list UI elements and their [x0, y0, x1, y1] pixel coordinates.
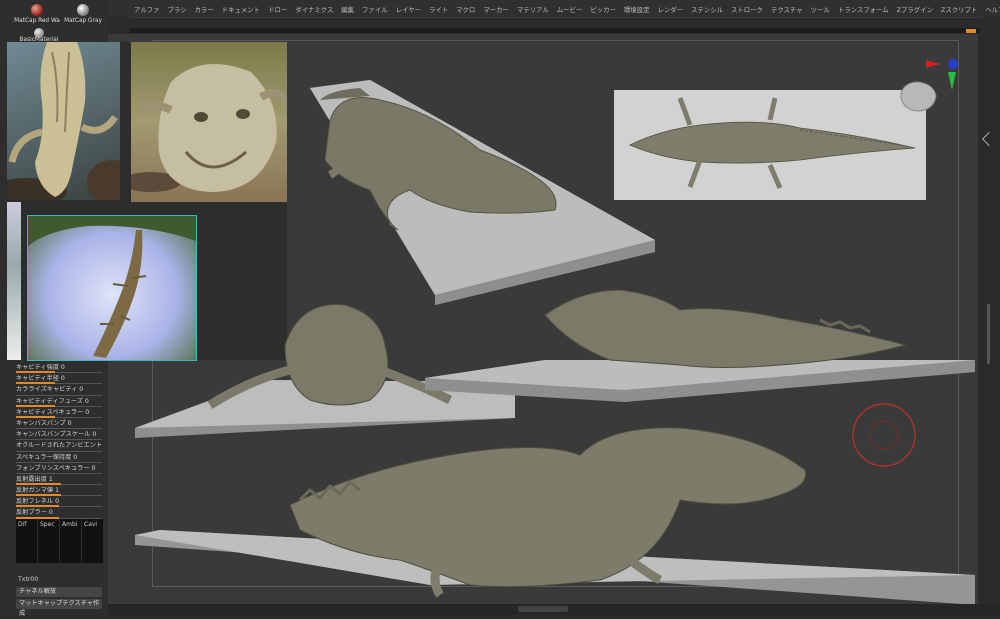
brush-cursor-inner: [869, 420, 899, 450]
bottom-tray-toggle[interactable]: [518, 606, 568, 612]
sculpt-board-bottom: [135, 427, 975, 605]
brush-cursor: [852, 403, 916, 467]
sculpt-board-middle-right: [425, 289, 975, 402]
z-axis-ball-icon: [948, 59, 958, 69]
sculpt-board-top: [310, 80, 655, 305]
gizmo-head-icon: [900, 81, 937, 112]
right-tray-arrow-icon[interactable]: [981, 131, 997, 147]
x-axis-arrow-icon: [926, 60, 940, 68]
orientation-gizmo[interactable]: [896, 56, 960, 116]
right-scrollbar[interactable]: [987, 304, 990, 364]
y-axis-arrow-icon: [948, 72, 956, 90]
bottom-tray: [108, 604, 1000, 615]
sculpt-scene: [135, 80, 975, 605]
sculpt-board-middle-left: [135, 304, 515, 438]
right-tray: [978, 34, 1000, 604]
sculpt-board-right: [614, 90, 926, 200]
